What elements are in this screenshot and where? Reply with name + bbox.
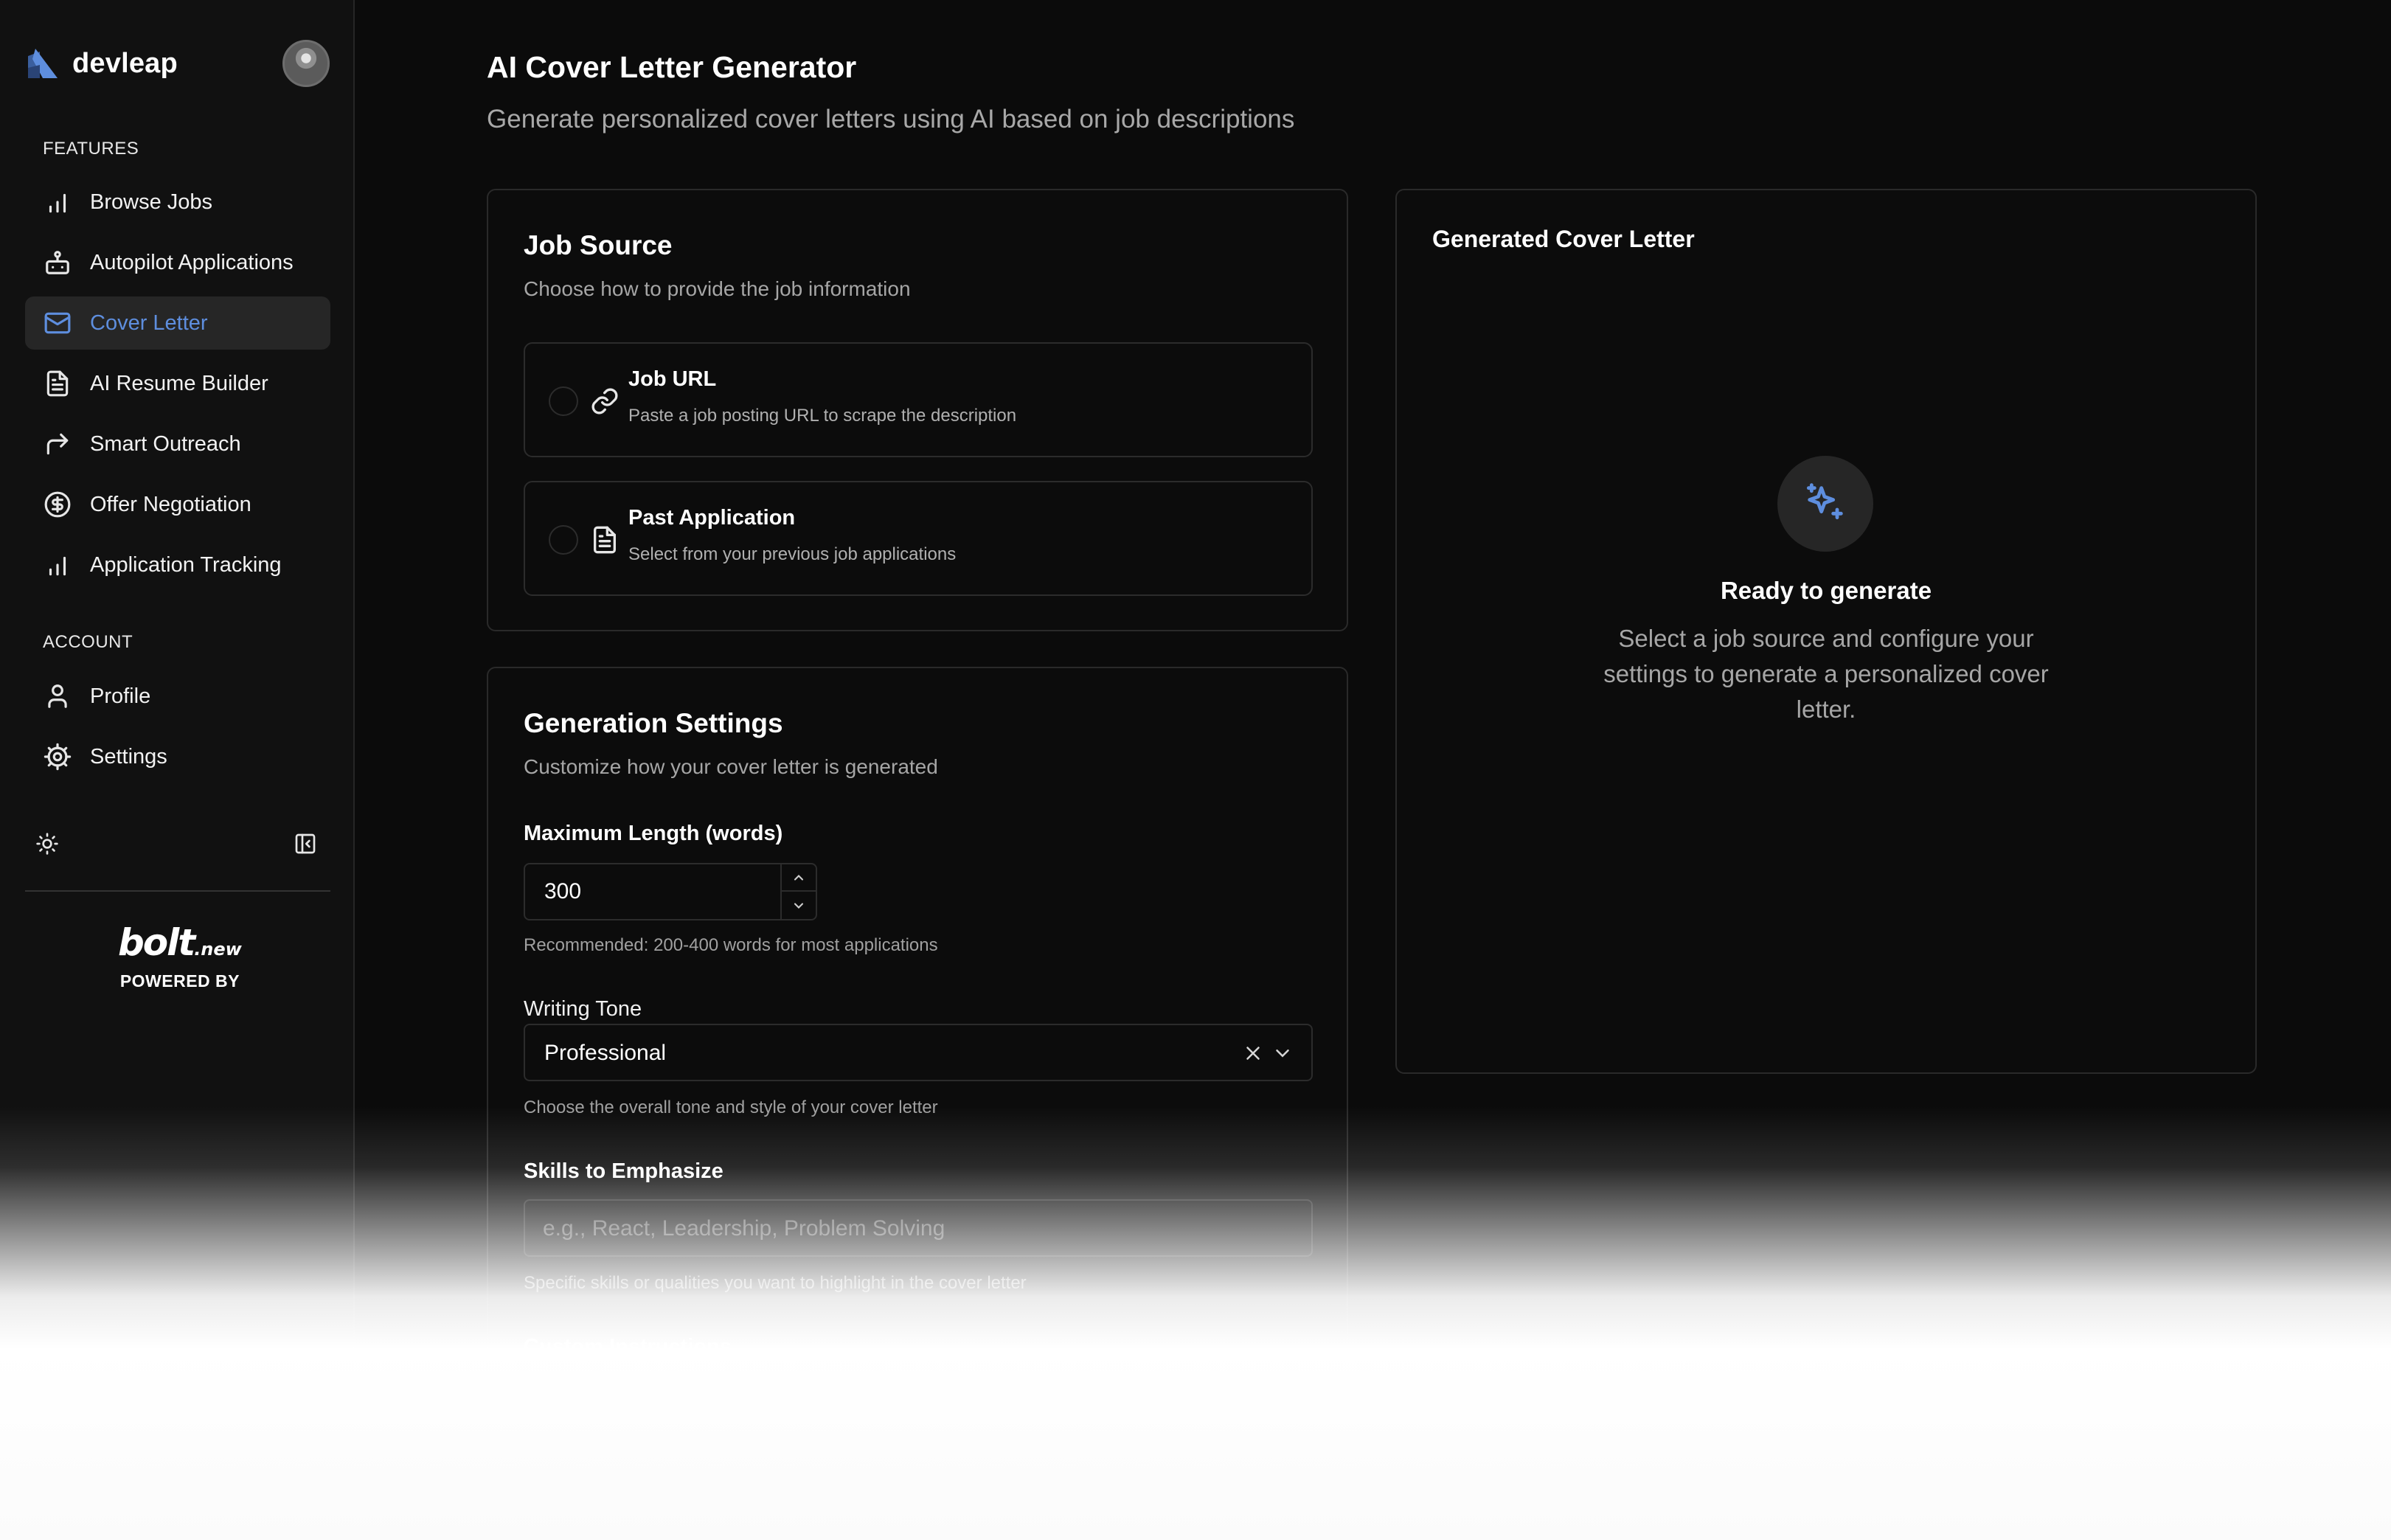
sidebar-tools: [35, 829, 323, 859]
job-url-description: Paste a job posting URL to scrape the de…: [628, 406, 1017, 426]
custom-instructions-label: Custom Instructions: [524, 1335, 732, 1359]
max-length-hint: Recommended: 200-400 words for most appl…: [524, 935, 938, 955]
past-application-option[interactable]: Past Application Select from your previo…: [524, 481, 1313, 596]
sidebar-item-label: Browse Jobs: [90, 190, 213, 214]
bolt-logo: bolt.new: [118, 921, 242, 964]
job-source-title: Job Source: [524, 230, 673, 260]
features-section-label: FEATURES: [43, 139, 139, 159]
writing-tone-value: Professional: [544, 1041, 667, 1065]
sidebar-item-settings[interactable]: Settings: [25, 730, 330, 783]
max-length-label: Maximum Length (words): [524, 822, 783, 845]
sidebar-divider: [25, 890, 330, 892]
max-length-value[interactable]: 300: [544, 879, 581, 904]
job-url-radio[interactable]: [549, 386, 578, 416]
link-icon: [591, 388, 618, 415]
writing-tone-hint: Choose the overall tone and style of you…: [524, 1097, 938, 1117]
sidebar-item-label: AI Resume Builder: [90, 371, 268, 395]
job-source-description: Choose how to provide the job informatio…: [524, 277, 911, 300]
bar-chart-icon: [43, 550, 72, 580]
robot-icon: [43, 248, 72, 277]
generated-cover-letter-title: Generated Cover Letter: [1432, 226, 1695, 252]
dollar-circle-icon: [43, 490, 72, 519]
mail-icon: [43, 308, 72, 338]
sidebar-item-application-tracking[interactable]: Application Tracking: [25, 538, 330, 592]
avatar[interactable]: [282, 40, 330, 87]
sidebar-item-label: Profile: [90, 684, 151, 708]
chevron-down-icon[interactable]: [1271, 1042, 1294, 1064]
file-text-icon: [594, 526, 616, 554]
sidebar-item-label: Smart Outreach: [90, 431, 241, 456]
skills-label: Skills to Emphasize: [524, 1159, 723, 1183]
sidebar-item-label: Application Tracking: [90, 552, 282, 577]
decrement-button[interactable]: [782, 892, 816, 919]
powered-by-label: POWERED BY: [119, 971, 240, 991]
skills-hint: Specific skills or qualities you want to…: [524, 1273, 1027, 1293]
devleap-logo-icon: [28, 49, 58, 78]
past-application-radio[interactable]: [549, 525, 578, 555]
forward-arrow-icon: [43, 429, 72, 459]
sidebar-item-ai-resume-builder[interactable]: AI Resume Builder: [25, 357, 330, 410]
skills-input-wrapper: [524, 1199, 1313, 1257]
powered-by-bolt[interactable]: bolt.new POWERED BY: [118, 922, 242, 991]
ready-icon-badge: [1777, 456, 1873, 552]
brand[interactable]: devleap: [25, 41, 178, 86]
ready-title: Ready to generate: [1720, 577, 1932, 604]
sidebar-item-cover-letter[interactable]: Cover Letter: [25, 296, 330, 350]
sidebar-item-profile[interactable]: Profile: [25, 670, 330, 723]
chevron-down-icon: [794, 902, 804, 909]
user-icon: [43, 681, 72, 711]
writing-tone-label: Writing Tone: [524, 997, 642, 1021]
increment-button[interactable]: [782, 864, 816, 892]
generation-settings-card: Generation Settings Customize how your c…: [487, 667, 1348, 1540]
sidebar-item-autopilot-applications[interactable]: Autopilot Applications: [25, 236, 330, 289]
max-length-input[interactable]: 300: [524, 863, 817, 920]
file-text-icon: [43, 369, 72, 398]
sidebar-item-browse-jobs[interactable]: Browse Jobs: [25, 176, 330, 229]
sidebar-item-label: Cover Letter: [90, 311, 208, 335]
collapse-sidebar-icon[interactable]: [294, 832, 317, 856]
sidebar: devleap FEATURES Browse Jobs Autopilot A…: [0, 0, 355, 1540]
page-subtitle: Generate personalized cover letters usin…: [487, 105, 1295, 133]
clear-icon[interactable]: [1242, 1042, 1264, 1064]
job-source-card: Job Source Choose how to provide the job…: [487, 189, 1348, 631]
past-application-description: Select from your previous job applicatio…: [628, 544, 957, 564]
bar-chart-icon: [43, 187, 72, 217]
page-title: AI Cover Letter Generator: [487, 50, 857, 84]
sun-icon[interactable]: [35, 832, 59, 856]
skills-input[interactable]: [543, 1214, 1280, 1244]
gear-icon: [43, 742, 72, 771]
account-section-label: ACCOUNT: [43, 632, 133, 652]
writing-tone-select[interactable]: Professional: [524, 1024, 1313, 1081]
job-url-title: Job URL: [628, 367, 717, 391]
generation-settings-title: Generation Settings: [524, 708, 783, 738]
max-length-stepper: [780, 864, 816, 919]
chevron-up-icon: [794, 874, 804, 881]
ready-description: Select a job source and configure your s…: [1603, 625, 2049, 723]
sparkles-icon: [1806, 483, 1843, 520]
past-application-title: Past Application: [628, 506, 796, 530]
generation-settings-description: Customize how your cover letter is gener…: [524, 755, 938, 778]
sidebar-item-smart-outreach[interactable]: Smart Outreach: [25, 417, 330, 471]
sidebar-item-label: Offer Negotiation: [90, 492, 251, 516]
job-url-option[interactable]: Job URL Paste a job posting URL to scrap…: [524, 342, 1313, 457]
generated-cover-letter-card: Generated Cover Letter Ready to generate…: [1395, 189, 2257, 1074]
sidebar-item-offer-negotiation[interactable]: Offer Negotiation: [25, 478, 330, 531]
brand-name: devleap: [72, 47, 178, 79]
sidebar-item-label: Settings: [90, 744, 167, 769]
sidebar-item-label: Autopilot Applications: [90, 250, 294, 274]
